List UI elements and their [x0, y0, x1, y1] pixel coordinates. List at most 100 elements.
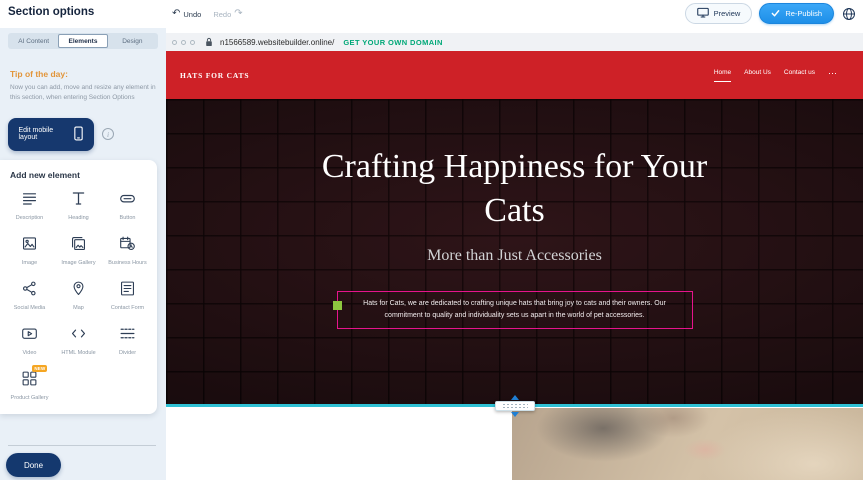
sidebar-tabs: AI Content Elements Design	[8, 33, 158, 49]
section-photo[interactable]	[512, 408, 863, 480]
section-resize-handle[interactable]	[495, 395, 535, 417]
phone-icon	[73, 126, 84, 143]
element-label: Button	[120, 215, 136, 222]
business-hours-icon	[119, 235, 136, 257]
redo-button[interactable]: Redo ↷	[213, 9, 242, 19]
image-icon	[21, 235, 38, 257]
edit-mobile-layout-button[interactable]: Edit mobile layout	[8, 118, 94, 151]
contact-form-icon	[119, 280, 136, 302]
element-description[interactable]: Description	[6, 190, 53, 222]
element-label: Description	[16, 215, 44, 222]
browser-bar: n1566589.websitebuilder.online/ GET YOUR…	[166, 33, 863, 51]
site-logo[interactable]: HATS FOR CATS	[180, 71, 249, 80]
element-social-media[interactable]: Social Media	[6, 280, 53, 312]
divider-icon	[119, 325, 136, 347]
element-label: Product Gallery	[11, 395, 49, 402]
add-element-panel: Add new element Description Heading Butt…	[0, 160, 157, 415]
element-heading[interactable]: Heading	[55, 190, 102, 222]
topbar: Section options ↶ Undo Redo ↷ Preview Re…	[0, 0, 863, 28]
element-html-module[interactable]: HTML Module	[55, 325, 102, 357]
redo-label: Redo	[213, 10, 231, 19]
topbar-actions: Preview Re-Publish	[685, 3, 857, 24]
nav-about-us[interactable]: About Us	[744, 69, 771, 82]
nav-contact-us[interactable]: Contact us	[784, 69, 815, 82]
hero-section[interactable]: Crafting Happiness for Your Cats More th…	[166, 99, 863, 404]
sidebar-divider	[8, 445, 156, 446]
website-canvas: HATS FOR CATS Home About Us Contact us ⋯…	[166, 51, 863, 480]
site-header: HATS FOR CATS Home About Us Contact us ⋯	[166, 51, 863, 99]
monitor-icon	[697, 7, 709, 20]
info-icon[interactable]: i	[102, 128, 114, 140]
element-video[interactable]: Video	[6, 325, 53, 357]
get-domain-link[interactable]: GET YOUR OWN DOMAIN	[343, 38, 443, 47]
window-dot-icon	[181, 40, 186, 45]
nav-more-icon[interactable]: ⋯	[828, 68, 837, 82]
tab-ai-content[interactable]: AI Content	[9, 34, 58, 48]
drag-grip	[495, 401, 535, 411]
element-image[interactable]: Image	[6, 235, 53, 267]
hero-subheading[interactable]: More than Just Accessories	[166, 247, 863, 265]
arrow-down-icon	[511, 412, 519, 417]
site-nav: Home About Us Contact us ⋯	[714, 68, 837, 82]
undo-label: Undo	[183, 10, 201, 19]
element-grid: Description Heading Button Image Image G…	[6, 190, 151, 403]
hero-paragraph: Hats for Cats, we are dedicated to craft…	[344, 298, 686, 322]
element-divider[interactable]: Divider	[104, 325, 151, 357]
nav-home[interactable]: Home	[714, 69, 731, 82]
undo-button[interactable]: ↶ Undo	[172, 9, 201, 19]
tab-design[interactable]: Design	[108, 34, 157, 48]
element-button[interactable]: Button	[104, 190, 151, 222]
grip-dots-icon	[502, 403, 528, 409]
preview-label: Preview	[714, 9, 741, 18]
element-map[interactable]: Map	[55, 280, 102, 312]
undo-redo-group: ↶ Undo Redo ↷	[172, 0, 243, 28]
preview-button[interactable]: Preview	[685, 3, 753, 24]
element-business-hours[interactable]: Business Hours	[104, 235, 151, 267]
html-module-icon	[70, 325, 87, 347]
element-label: HTML Module	[61, 350, 95, 357]
site-url: n1566589.websitebuilder.online/	[220, 38, 334, 47]
window-dot-icon	[172, 40, 177, 45]
add-element-title: Add new element	[10, 170, 151, 180]
next-section	[166, 407, 863, 480]
social-media-icon	[21, 280, 38, 302]
button-icon	[119, 190, 136, 212]
element-label: Business Hours	[108, 260, 147, 267]
element-label: Divider	[119, 350, 136, 357]
arrow-up-icon	[511, 395, 519, 400]
element-label: Heading	[68, 215, 89, 222]
element-label: Image	[22, 260, 37, 267]
republish-label: Re-Publish	[785, 9, 822, 18]
hero-heading[interactable]: Crafting Happiness for Your Cats	[315, 99, 715, 233]
preview-area: n1566589.websitebuilder.online/ GET YOUR…	[166, 28, 863, 480]
hero-paragraph-box[interactable]: Hats for Cats, we are dedicated to craft…	[337, 291, 693, 329]
element-label: Map	[73, 305, 84, 312]
globe-icon	[842, 7, 856, 21]
tip-title: Tip of the day:	[10, 69, 156, 79]
product-gallery-icon	[21, 370, 38, 392]
description-icon	[21, 190, 38, 212]
check-icon	[771, 9, 780, 19]
page-title: Section options	[8, 6, 94, 18]
element-product-gallery[interactable]: NEW Product Gallery	[6, 370, 53, 402]
new-badge: NEW	[32, 365, 47, 372]
done-button[interactable]: Done	[6, 453, 61, 477]
republish-button[interactable]: Re-Publish	[759, 3, 834, 24]
map-icon	[70, 280, 87, 302]
redo-icon: ↷	[234, 9, 242, 19]
element-label: Image Gallery	[61, 260, 95, 267]
sidebar: AI Content Elements Design Tip of the da…	[0, 28, 166, 480]
element-contact-form[interactable]: Contact Form	[104, 280, 151, 312]
tip-of-the-day: Tip of the day: Now you can add, move an…	[10, 69, 156, 103]
element-label: Video	[23, 350, 37, 357]
element-image-gallery[interactable]: Image Gallery	[55, 235, 102, 267]
lock-icon	[205, 37, 213, 47]
resize-handle-icon[interactable]	[333, 301, 342, 310]
undo-icon: ↶	[172, 9, 180, 19]
tab-elements[interactable]: Elements	[58, 34, 107, 48]
edit-mobile-label: Edit mobile layout	[19, 127, 67, 141]
tip-body: Now you can add, move and resize any ele…	[10, 83, 156, 103]
window-dot-icon	[190, 40, 195, 45]
language-globe-button[interactable]	[841, 6, 857, 22]
edit-mobile-row: Edit mobile layout i	[8, 118, 158, 151]
